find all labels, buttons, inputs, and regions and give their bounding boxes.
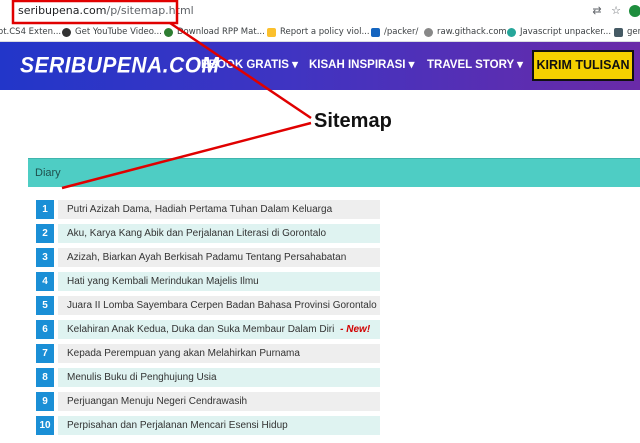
item-link[interactable]: Kelahiran Anak Kedua, Duka dan Suka Memb… (58, 320, 380, 339)
item-link[interactable]: Kepada Perempuan yang akan Melahirkan Pu… (58, 344, 380, 363)
translate-icon[interactable]: ⇄ (590, 4, 604, 18)
new-badge-label: New! (346, 324, 371, 335)
bookmark-item[interactable]: Download RPP Mat... (164, 26, 265, 38)
list-item[interactable]: 1 Putri Azizah Dama, Hadiah Pertama Tuha… (36, 200, 380, 219)
bookmark-item[interactable]: Get YouTube Video... (62, 26, 162, 38)
bookmark-star-icon[interactable]: ☆ (609, 4, 623, 18)
bookmarks-bar: ot.CS4 Exten... Get YouTube Video... Dow… (0, 24, 640, 42)
item-number: 5 (36, 296, 54, 315)
item-number: 4 (36, 272, 54, 291)
item-number: 7 (36, 344, 54, 363)
item-number: 6 (36, 320, 54, 339)
browser-address-bar[interactable]: seribupena.com/p/sitemap.html ⇄ ☆ (0, 0, 640, 24)
category-header: Diary (28, 158, 640, 187)
nav-kisah-inspirasi[interactable]: KISAH INSPIRASI ▾ (309, 57, 414, 71)
list-item[interactable]: 9 Perjuangan Menuju Negeri Cendrawasih (36, 392, 380, 411)
item-title: Menulis Buku di Penghujung Usia (67, 372, 217, 383)
item-number: 8 (36, 368, 54, 387)
bookmark-label: gen (627, 27, 640, 37)
bookmark-label: Download RPP Mat... (177, 27, 265, 37)
item-number: 3 (36, 248, 54, 267)
list-item[interactable]: 6 Kelahiran Anak Kedua, Duka dan Suka Me… (36, 320, 380, 339)
list-item[interactable]: 10 Perpisahan dan Perjalanan Mencari Ese… (36, 416, 380, 435)
nav-travel-story[interactable]: TRAVEL STORY ▾ (427, 57, 523, 71)
item-link[interactable]: Azizah, Biarkan Ayah Berkisah Padamu Ten… (58, 248, 380, 267)
download-favicon-icon (164, 27, 173, 37)
item-link[interactable]: Putri Azizah Dama, Hadiah Pertama Tuhan … (58, 200, 380, 219)
item-title: Kepada Perempuan yang akan Melahirkan Pu… (67, 348, 300, 359)
bookmark-label: Get YouTube Video... (75, 27, 162, 37)
item-title: Kelahiran Anak Kedua, Duka dan Suka Memb… (67, 324, 335, 335)
list-item[interactable]: 2 Aku, Karya Kang Abik dan Perjalanan Li… (36, 224, 380, 243)
list-item[interactable]: 3 Azizah, Biarkan Ayah Berkisah Padamu T… (36, 248, 380, 267)
item-link[interactable]: Juara II Lomba Sayembara Cerpen Badan Ba… (58, 296, 380, 315)
item-number: 1 (36, 200, 54, 219)
list-item[interactable]: 7 Kepada Perempuan yang akan Melahirkan … (36, 344, 380, 363)
page-title: Sitemap (314, 110, 392, 132)
bookmark-item[interactable]: /packer/ (371, 26, 418, 38)
bookmark-label: Javascript unpacker... (520, 27, 612, 37)
bookmark-item[interactable]: Javascript unpacker... (507, 26, 611, 38)
githack-favicon-icon (424, 27, 433, 37)
js-favicon-icon (507, 27, 516, 37)
item-number: 2 (36, 224, 54, 243)
item-title: Juara II Lomba Sayembara Cerpen Badan Ba… (67, 300, 377, 311)
list-item[interactable]: 4 Hati yang Kembali Merindukan Majelis I… (36, 272, 380, 291)
item-number: 10 (36, 416, 54, 435)
item-title: Perpisahan dan Perjalanan Mencari Esensi… (67, 420, 288, 431)
category-label: Diary (35, 167, 61, 179)
bookmark-item[interactable]: Report a policy viol... (267, 26, 370, 38)
bookmark-item[interactable]: gen (614, 26, 640, 38)
nav-ebook-gratis[interactable]: EBOOK GRATIS ▾ (201, 57, 298, 71)
youtube-favicon-icon (62, 27, 71, 37)
url-field[interactable]: seribupena.com/p/sitemap.html (18, 4, 194, 17)
extension-icon[interactable] (629, 5, 640, 17)
item-title: Hati yang Kembali Merindukan Majelis Ilm… (67, 276, 259, 287)
item-link[interactable]: Hati yang Kembali Merindukan Majelis Ilm… (58, 272, 380, 291)
kirim-tulisan-button[interactable]: KIRIM TULISAN (532, 50, 634, 81)
url-domain: seribupena.com (18, 4, 107, 17)
bookmark-label: raw.githack.com (437, 27, 507, 37)
item-link[interactable]: Perpisahan dan Perjalanan Mencari Esensi… (58, 416, 380, 435)
list-item[interactable]: 5 Juara II Lomba Sayembara Cerpen Badan … (36, 296, 380, 315)
list-item[interactable]: 8 Menulis Buku di Penghujung Usia (36, 368, 380, 387)
item-link[interactable]: Perjuangan Menuju Negeri Cendrawasih (58, 392, 380, 411)
item-title: Putri Azizah Dama, Hadiah Pertama Tuhan … (67, 204, 333, 215)
site-logo[interactable]: SERIBUPENA.COM (20, 53, 220, 78)
bookmark-label: ot.CS4 Exten... (0, 27, 62, 37)
item-title: Perjuangan Menuju Negeri Cendrawasih (67, 396, 248, 407)
item-title: Azizah, Biarkan Ayah Berkisah Padamu Ten… (67, 252, 347, 263)
bookmark-label: /packer/ (384, 27, 419, 37)
bookmark-item[interactable]: ot.CS4 Exten... (0, 26, 61, 38)
policy-favicon-icon (267, 27, 276, 37)
bookmark-label: Report a policy viol... (280, 27, 370, 37)
item-link[interactable]: Aku, Karya Kang Abik dan Perjalanan Lite… (58, 224, 380, 243)
url-path: /p/sitemap.html (106, 4, 194, 17)
gen-favicon-icon (614, 27, 623, 37)
bookmark-item[interactable]: raw.githack.com (424, 26, 507, 38)
item-title: Aku, Karya Kang Abik dan Perjalanan Lite… (67, 228, 327, 239)
item-number: 9 (36, 392, 54, 411)
packer-favicon-icon (371, 27, 380, 37)
item-link[interactable]: Menulis Buku di Penghujung Usia (58, 368, 380, 387)
new-badge: - New! (337, 324, 371, 335)
site-navbar: SERIBUPENA.COM EBOOK GRATIS ▾ KISAH INSP… (0, 42, 640, 90)
